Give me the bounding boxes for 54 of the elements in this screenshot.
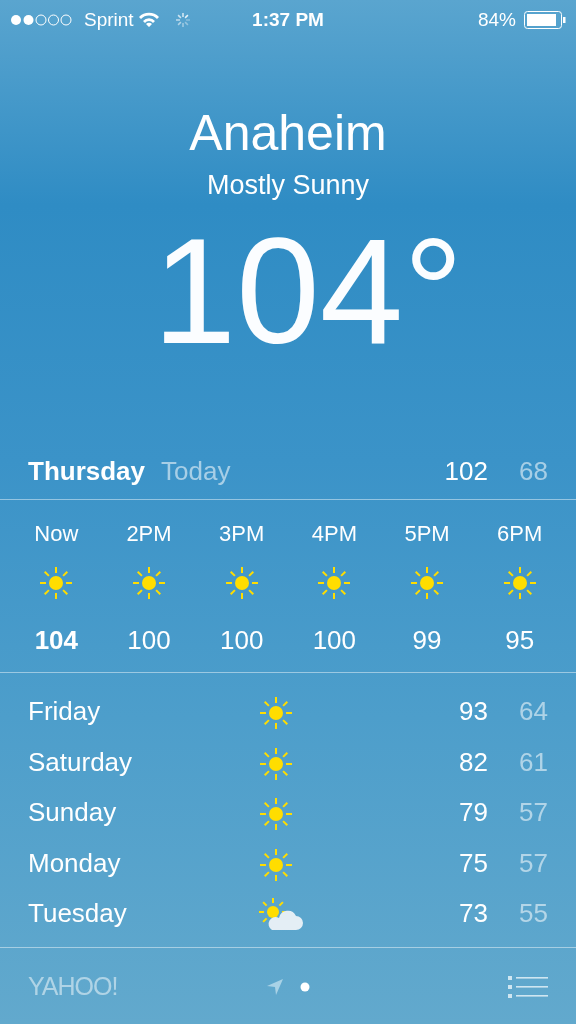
hour-label: Now [34,519,79,548]
hour-temperature: 100 [220,623,264,657]
sun-icon [258,695,294,732]
sun-icon [223,564,260,601]
high-temperature: 73 [458,897,488,931]
hour-temperature: 100 [127,623,171,657]
hour-temperature: 100 [312,623,357,657]
wifi-icon [137,12,160,28]
low-temperature: 57 [518,796,548,830]
battery-icon [524,11,566,29]
carrier-name: Sprint [84,7,134,32]
high-temperature: 79 [458,796,488,830]
high-temperature: 75 [458,846,488,880]
hour-label: 2PM [126,519,172,548]
sun-icon [409,564,445,601]
today-label: Today [161,454,232,488]
brand-logo: YAHOO! [28,971,118,1000]
sun-icon [316,564,353,601]
weather-condition: Mostly Sunny [205,169,371,202]
hour-temperature: 99 [412,623,442,657]
high-temperature: 102 [443,454,488,488]
day-name: Thursday [28,454,146,488]
hour-label: 5PM [404,519,450,548]
low-temperature: 68 [518,454,548,488]
status-time: 1:37 PM [252,7,324,32]
city-name: Anaheim [188,106,388,161]
low-temperature: 61 [518,745,548,779]
list-icon[interactable] [508,975,548,998]
sun-icon [501,564,538,601]
hour-temperature: 95 [505,623,535,657]
day-name: Sunday [28,796,118,830]
spinner-icon [173,11,192,29]
low-temperature: 64 [518,695,548,729]
hour-label: 4PM [311,519,357,548]
sun-icon [258,846,294,883]
low-temperature: 55 [518,897,548,931]
hour-label: 6PM [497,519,543,548]
day-name: Tuesday [28,897,128,931]
day-name: Saturday [28,745,134,779]
current-temperature: 104° [151,215,464,366]
hour-temperature: 104 [34,623,79,657]
low-temperature: 57 [518,846,548,880]
sun-icon [131,564,167,601]
high-temperature: 93 [458,695,488,729]
hour-label: 3PM [219,519,265,548]
page-dot-icon[interactable] [300,981,310,992]
sun-icon [38,564,75,601]
sun-icon [258,796,294,833]
day-name: Monday [28,846,122,880]
battery-percentage: 84% [477,7,516,32]
location-arrow-icon[interactable] [266,977,284,996]
high-temperature: 82 [458,745,488,779]
day-name: Friday [28,695,102,729]
sun-icon [258,745,294,782]
